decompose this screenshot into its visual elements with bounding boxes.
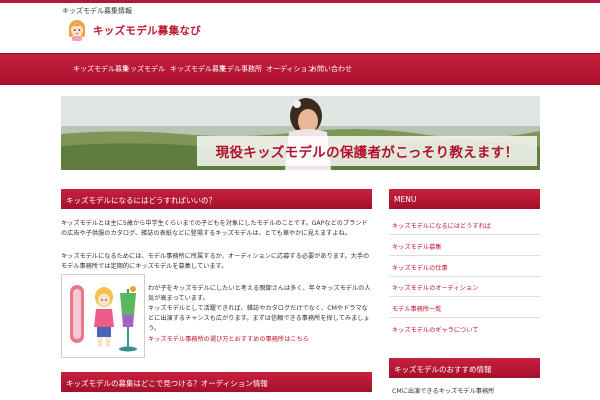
site-logo[interactable]: キッズモデル募集なび [67, 19, 201, 41]
top-accent-stripe [0, 0, 600, 3]
agency-link[interactable]: キッズモデル事務所の選び方とおすすめの事務所はこちら [148, 335, 373, 345]
nav-item-contact[interactable]: お問い合わせ [310, 64, 352, 74]
hero-caption: 現役キッズモデルの保護者がこっそり教えます！ [197, 136, 537, 166]
site-title: キッズモデル募集なび [93, 24, 201, 37]
kids-fashion-illustration [61, 274, 145, 358]
sidebar-link-6[interactable]: キッズモデルのギャラについて [392, 325, 478, 334]
sidebar-divider [389, 296, 540, 297]
sidebar-menu-title: MENU [389, 189, 540, 209]
nav-item-kids-model[interactable]: キッズモデル [123, 64, 165, 74]
section-heading-1: キッズモデルになるにはどうすればいいの？ [61, 189, 372, 209]
article-paragraph-3: わが子をキッズモデルにしたいと考える親御さんは多く、年々キッズモデルの人気が高ま… [148, 285, 371, 302]
section-heading-2: キッズモデルの募集はどこで見つける？オーディション情報 [61, 372, 372, 392]
sidebar-box2-title: キッズモデルのおすすめ情報 [389, 358, 540, 378]
hero-banner: 現役キッズモデルの保護者がこっそり教えます！ [61, 96, 540, 170]
article-paragraph-1: キッズモデルとは主に5歳から中学生くらいまでの子どもを対象にしたモデルのことです… [61, 220, 368, 237]
site-tagline: キッズモデル募集情報 [62, 7, 132, 15]
sidebar-divider [389, 234, 540, 235]
sidebar-divider [389, 317, 540, 318]
nav-item-model-agency[interactable]: モデル事務所 [220, 64, 262, 74]
sidebar-link-5[interactable]: モデル事務所一覧 [392, 304, 442, 313]
sidebar-link-2[interactable]: キッズモデル募集 [392, 242, 442, 251]
sidebar-link-4[interactable]: キッズモデルのオーディション [392, 283, 478, 292]
sidebar-divider [389, 255, 540, 256]
hero-caption-text: 現役キッズモデルの保護者がこっそり教えます！ [215, 145, 519, 161]
sidebar-link-3[interactable]: キッズモデルの仕事 [392, 263, 448, 272]
sidebar-divider [389, 276, 540, 277]
sidebar-link-1[interactable]: キッズモデルになるにはどうすれば [392, 221, 491, 230]
nav-item-kids-model-boshu-2[interactable]: キッズモデル募集 [170, 64, 226, 74]
girl-face-icon [67, 19, 87, 41]
sidebar-box2-text[interactable]: CMに出演できるキッズモデル事務所 [392, 386, 494, 395]
article-paragraph-2: キッズモデルになるためには、モデル事務所に所属するか、オーディションに応募する必… [61, 253, 370, 270]
global-nav: キッズモデル募集 キッズモデル キッズモデル募集 モデル事務所 オーディション … [0, 53, 600, 85]
article-paragraph-4: キッズモデルとして活躍できれば、雑誌やカタログだけでなく、CMやドラマなどに出演… [148, 305, 370, 332]
nav-item-kids-model-boshu[interactable]: キッズモデル募集 [73, 64, 129, 74]
nav-item-audition[interactable]: オーディション [266, 64, 315, 74]
